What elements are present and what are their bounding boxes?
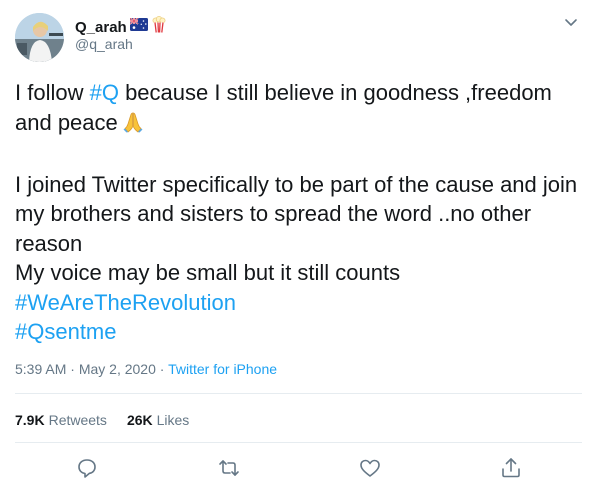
- tweet-date[interactable]: May 2, 2020: [79, 361, 156, 377]
- tweet-meta: 5:39 AM · May 2, 2020 · Twitter for iPho…: [15, 361, 277, 377]
- like-icon[interactable]: [357, 455, 383, 481]
- popcorn-icon: [151, 16, 167, 38]
- retweet-icon[interactable]: [216, 455, 242, 481]
- tweet-actions: [0, 455, 597, 481]
- tweet-body: I follow #Q because I still believe in g…: [15, 78, 587, 347]
- display-name[interactable]: Q_arah: [75, 19, 127, 36]
- profile-photo-icon: [15, 13, 64, 62]
- tweet-paragraph-3: My voice may be small but it still count…: [15, 260, 401, 285]
- tweet-card: Q_arah @q_arah I follow #Q because I sti…: [0, 0, 597, 492]
- tweet-stats: 7.9K Retweets 26K Likes: [15, 412, 189, 428]
- avatar[interactable]: [15, 13, 64, 62]
- meta-separator: ·: [70, 361, 75, 377]
- retweets-label: Retweets: [48, 412, 107, 428]
- hashtag-link[interactable]: #Qsentme: [15, 319, 117, 344]
- name-line: Q_arah: [75, 16, 167, 38]
- tweet-time[interactable]: 5:39 AM: [15, 361, 66, 377]
- folded-hands-icon: [122, 111, 144, 141]
- likes-label: Likes: [156, 412, 190, 428]
- tweet-source-link[interactable]: Twitter for iPhone: [168, 361, 277, 377]
- reply-icon[interactable]: [74, 455, 100, 481]
- tweet-paragraph-1: I follow #Q because I still believe in g…: [15, 78, 587, 140]
- meta-separator: ·: [159, 361, 165, 377]
- hashtag-link[interactable]: #WeAreTheRevolution: [15, 290, 236, 315]
- likes-count: 26K: [126, 412, 153, 428]
- australia-flag-icon: [129, 17, 148, 36]
- hashtag-link[interactable]: #Q: [90, 80, 119, 105]
- tweet-text-segment: I follow: [15, 80, 90, 105]
- share-icon[interactable]: [498, 455, 524, 481]
- tweet-paragraph-2: I joined Twitter specifically to be part…: [15, 171, 578, 256]
- divider: [15, 442, 582, 443]
- user-handle[interactable]: @q_arah: [75, 36, 133, 52]
- divider: [15, 393, 582, 394]
- likes-stat[interactable]: 26K Likes: [127, 412, 189, 428]
- retweets-stat[interactable]: 7.9K Retweets: [15, 412, 107, 428]
- retweets-count: 7.9K: [15, 412, 45, 428]
- chevron-down-icon[interactable]: [563, 14, 579, 30]
